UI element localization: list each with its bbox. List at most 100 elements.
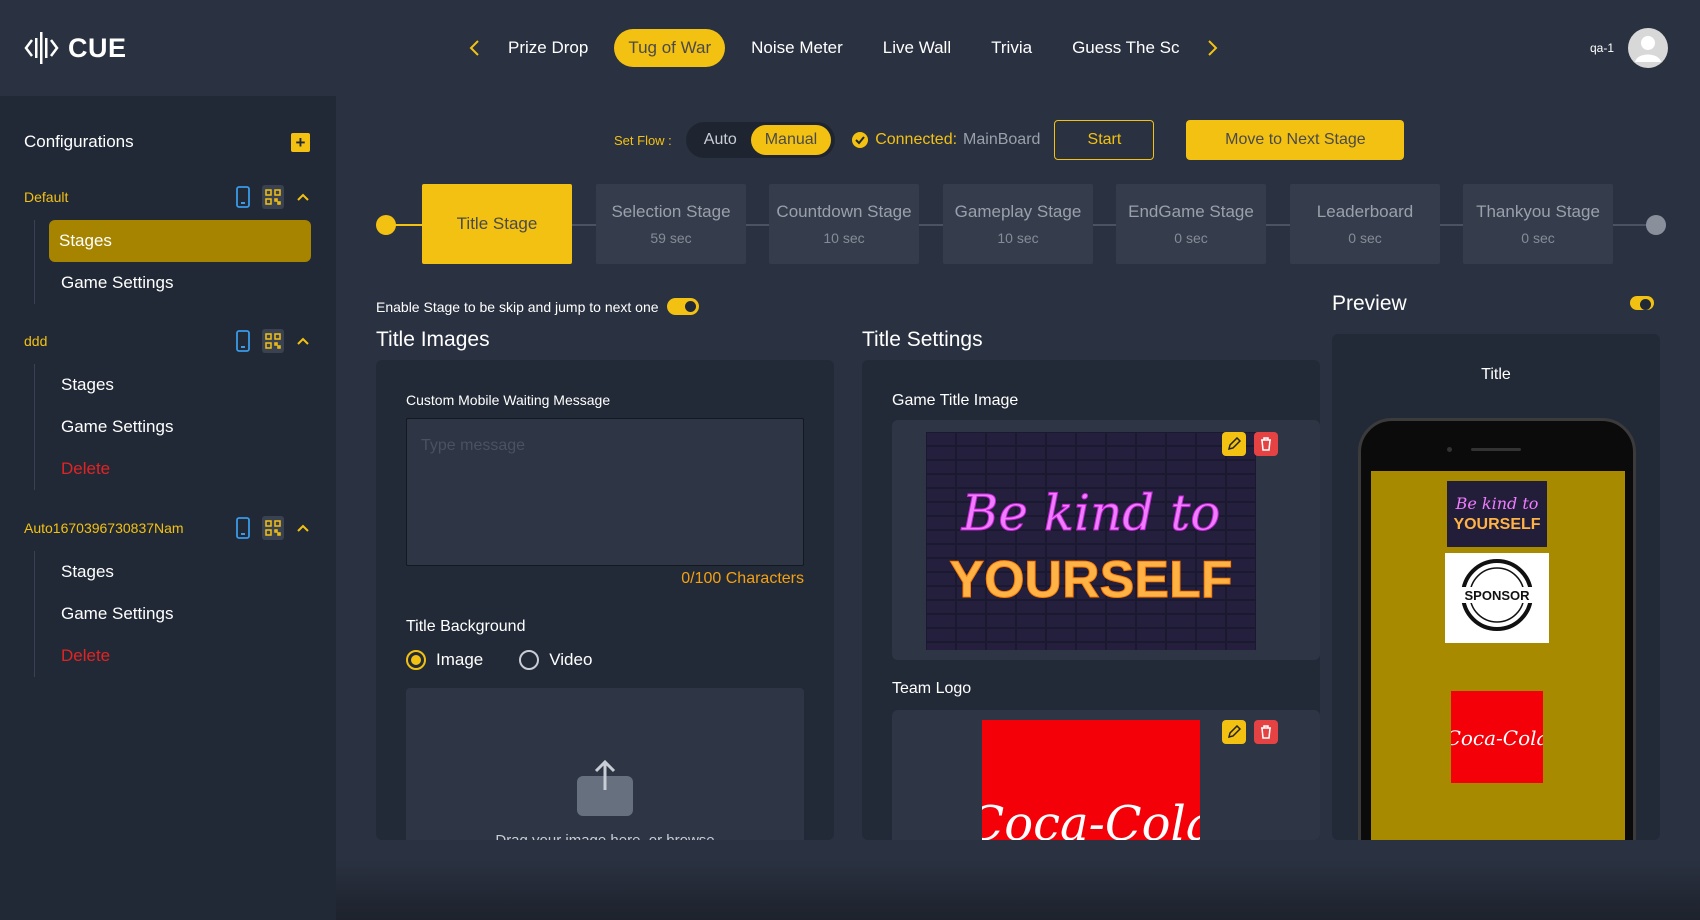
game-tab-guess-the-score[interactable]: Guess The Sc xyxy=(1058,29,1193,67)
title-settings-panel: Game Title Image Be kind to YOURSELF Tea… xyxy=(862,360,1320,840)
sidebar-header: Configurations + xyxy=(24,132,310,152)
config-header[interactable]: ddd xyxy=(24,326,314,356)
character-counter: 0/100 Characters xyxy=(681,570,804,587)
image-radio[interactable] xyxy=(406,650,426,670)
preview-title-image: Be kind to YOURSELF xyxy=(1447,481,1547,547)
svg-text:Coca-Cola: Coca-Cola xyxy=(1451,726,1543,750)
background-type-options: Image Video xyxy=(406,650,592,670)
stage-selection[interactable]: Selection Stage 59 sec xyxy=(596,184,746,264)
stage-thankyou[interactable]: Thankyou Stage 0 sec xyxy=(1463,184,1613,264)
skip-stage-label: Enable Stage to be skip and jump to next… xyxy=(376,298,659,315)
image-radio-label: Image xyxy=(436,650,484,669)
team-logo-label: Team Logo xyxy=(892,680,972,697)
waiting-message-input[interactable]: Type message xyxy=(406,418,804,566)
title-images-heading: Title Images xyxy=(376,328,490,351)
sidebar-item-delete[interactable]: Delete xyxy=(35,448,314,490)
chevron-up-icon[interactable] xyxy=(292,185,314,209)
sidebar: Configurations + Default Stages Game Set… xyxy=(0,96,336,920)
stage-name: Countdown Stage xyxy=(776,202,912,221)
mobile-icon[interactable] xyxy=(232,329,254,353)
skip-stage-setting: Enable Stage to be skip and jump to next… xyxy=(376,298,699,315)
stage-title[interactable]: Title Stage xyxy=(422,184,572,264)
config-default: Default Stages Game Settings xyxy=(24,182,314,304)
qr-code-icon[interactable] xyxy=(262,185,284,209)
next-stage-button[interactable]: Move to Next Stage xyxy=(1186,120,1405,160)
mobile-icon[interactable] xyxy=(232,516,254,540)
svg-text:Coca-Cola: Coca-Cola xyxy=(982,796,1200,840)
flow-manual-option[interactable]: Manual xyxy=(750,125,832,155)
sidebar-item-game-settings[interactable]: Game Settings xyxy=(35,262,314,304)
sidebar-item-stages[interactable]: Stages xyxy=(49,220,311,262)
sidebar-item-stages[interactable]: Stages xyxy=(35,364,314,406)
image-upload-dropzone[interactable]: Drag your image here, or browse xyxy=(406,688,804,840)
chevron-left-icon[interactable] xyxy=(462,28,488,68)
svg-text:Be kind to: Be kind to xyxy=(961,484,1221,542)
skip-stage-toggle[interactable] xyxy=(666,298,699,315)
config-name: Auto1670396730837Nam xyxy=(24,520,184,536)
stage-countdown[interactable]: Countdown Stage 10 sec xyxy=(769,184,919,264)
game-title-image-frame: Be kind to YOURSELF xyxy=(892,420,1320,660)
phone-mockup: Be kind to YOURSELF SPONSOR Coca-Cola xyxy=(1358,418,1636,840)
stage-time: 10 sec xyxy=(823,230,865,246)
edit-game-title-image-button[interactable] xyxy=(1222,432,1246,456)
stage-name: Selection Stage xyxy=(611,202,731,221)
check-circle-icon xyxy=(852,132,869,148)
svg-text:Be kind to: Be kind to xyxy=(1455,494,1539,513)
top-bar: CUE Prize Drop Tug of War Noise Meter Li… xyxy=(0,0,1700,96)
sidebar-item-game-settings[interactable]: Game Settings xyxy=(35,593,314,635)
chevron-right-icon[interactable] xyxy=(1199,28,1225,68)
stage-timeline: Title Stage Selection Stage 59 sec Count… xyxy=(376,184,1666,264)
timeline-end-dot xyxy=(1646,215,1666,235)
game-tab-prize-drop[interactable]: Prize Drop xyxy=(494,29,602,67)
team-logo-image: Coca-Cola xyxy=(982,720,1200,840)
stage-endgame[interactable]: EndGame Stage 0 sec xyxy=(1116,184,1266,264)
flow-auto-option[interactable]: Auto xyxy=(690,125,751,155)
game-title-image-label: Game Title Image xyxy=(892,392,1019,409)
config-menu: Stages Game Settings xyxy=(34,220,314,304)
pencil-icon xyxy=(1227,437,1241,451)
game-tab-tug-of-war[interactable]: Tug of War xyxy=(614,29,726,67)
video-radio-label: Video xyxy=(549,650,593,669)
start-button[interactable]: Start xyxy=(1054,120,1155,160)
video-radio[interactable] xyxy=(519,650,540,670)
config-auto: Auto1670396730837Nam Stages Game Setting… xyxy=(24,513,314,677)
sponsor-text: SPONSOR xyxy=(1464,588,1530,603)
phone-camera xyxy=(1447,447,1452,452)
chevron-up-icon[interactable] xyxy=(292,516,314,540)
config-header[interactable]: Default xyxy=(24,182,314,212)
avatar[interactable] xyxy=(1628,28,1668,68)
qr-code-icon[interactable] xyxy=(262,329,284,353)
mobile-icon[interactable] xyxy=(232,185,254,209)
game-tab-trivia[interactable]: Trivia xyxy=(977,29,1046,67)
title-images-panel: Custom Mobile Waiting Message Type messa… xyxy=(376,360,834,840)
config-header[interactable]: Auto1670396730837Nam xyxy=(24,513,314,543)
qr-code-icon[interactable] xyxy=(262,516,284,540)
chevron-up-icon[interactable] xyxy=(292,329,314,353)
logo-icon xyxy=(24,32,59,64)
waiting-message-label: Custom Mobile Waiting Message xyxy=(406,392,611,408)
phone-speaker xyxy=(1471,448,1521,451)
edit-team-logo-button[interactable] xyxy=(1222,720,1246,744)
upload-hint: Drag your image here, or browse xyxy=(406,832,804,840)
user-menu[interactable]: qa-1 xyxy=(1590,28,1668,68)
config-menu: Stages Game Settings Delete xyxy=(34,364,314,490)
flow-controls: Set Flow : Auto Manual Connected: MainBo… xyxy=(614,120,1405,160)
sidebar-item-stages[interactable]: Stages xyxy=(35,551,314,593)
brand-logo[interactable]: CUE xyxy=(24,30,127,66)
preview-panel: Title Be kind to YOURSELF SPONSOR Coca-C… xyxy=(1332,334,1660,840)
preview-toggle[interactable] xyxy=(1630,296,1654,310)
trash-icon xyxy=(1261,437,1271,451)
preview-heading: Preview xyxy=(1332,292,1407,315)
sidebar-item-delete[interactable]: Delete xyxy=(35,635,314,677)
stage-name: Leaderboard xyxy=(1316,202,1414,221)
delete-team-logo-button[interactable] xyxy=(1254,720,1278,744)
sidebar-item-game-settings[interactable]: Game Settings xyxy=(35,406,314,448)
plus-icon[interactable]: + xyxy=(291,132,310,152)
game-tab-live-wall[interactable]: Live Wall xyxy=(869,29,965,67)
connected-label: Connected: xyxy=(875,131,958,148)
stage-leaderboard[interactable]: Leaderboard 0 sec xyxy=(1290,184,1440,264)
stage-time: 0 sec xyxy=(1348,230,1382,246)
delete-game-title-image-button[interactable] xyxy=(1254,432,1278,456)
stage-gameplay[interactable]: Gameplay Stage 10 sec xyxy=(943,184,1093,264)
game-tab-noise-meter[interactable]: Noise Meter xyxy=(737,29,857,67)
